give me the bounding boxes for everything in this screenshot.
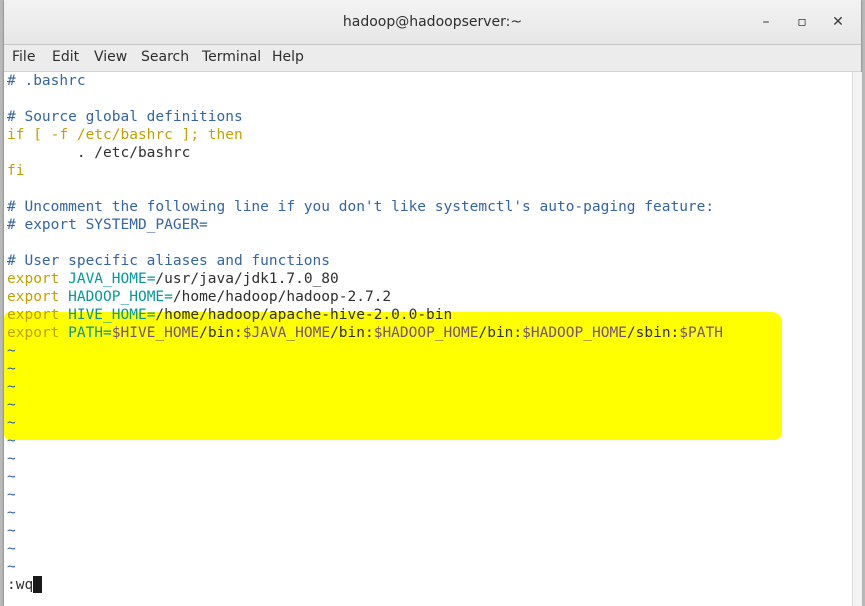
title-bar[interactable]: hadoop@hadoopserver:~ – ▫ ✕ xyxy=(4,0,861,45)
terminal-window: hadoop@hadoopserver:~ – ▫ ✕ File Edit Vi… xyxy=(4,0,862,606)
code-line: # User specific aliases and functions xyxy=(7,253,331,269)
text-cursor xyxy=(33,576,43,593)
close-icon[interactable]: ✕ xyxy=(828,12,848,32)
command-text: :wq xyxy=(7,577,34,593)
code-line: # .bashrc xyxy=(7,73,86,89)
empty-line-tilde: ~ xyxy=(7,487,16,503)
empty-line-tilde: ~ xyxy=(7,397,16,413)
code-text: [ -f /etc/bashrc ]; xyxy=(24,127,208,143)
code-text: /bin: xyxy=(199,325,243,341)
code-text: /home/hadoop/hadoop-2.7.2 xyxy=(172,289,392,305)
menu-help[interactable]: Help xyxy=(272,49,304,65)
empty-line-tilde: ~ xyxy=(7,451,16,467)
menu-file[interactable]: File xyxy=(12,49,35,65)
path-variable: $JAVA_HOME xyxy=(242,325,331,341)
code-text: /sbin: xyxy=(626,325,680,341)
path-variable: $HIVE_HOME xyxy=(111,325,200,341)
keyword: export xyxy=(7,271,60,287)
code-line: export PATH=$HIVE_HOME/bin:$JAVA_HOME/bi… xyxy=(7,324,723,342)
empty-line-tilde: ~ xyxy=(7,559,16,575)
variable: PATH= xyxy=(59,325,112,341)
keyword: export xyxy=(7,289,60,305)
window-title: hadoop@hadoopserver:~ xyxy=(342,14,523,30)
empty-line-tilde: ~ xyxy=(7,343,16,359)
code-line: export JAVA_HOME=/usr/java/jdk1.7.0_80 xyxy=(7,270,339,288)
menu-terminal[interactable]: Terminal xyxy=(202,49,261,65)
variable: JAVA_HOME= xyxy=(59,271,156,287)
empty-line-tilde: ~ xyxy=(7,433,16,449)
variable: HADOOP_HOME= xyxy=(59,289,173,305)
code-line: export HADOOP_HOME=/home/hadoop/hadoop-2… xyxy=(7,288,391,306)
code-text: /usr/java/jdk1.7.0_80 xyxy=(155,271,339,287)
command-line[interactable]: :wq xyxy=(7,576,43,594)
minimize-icon[interactable]: – xyxy=(756,12,776,32)
variable: HIVE_HOME= xyxy=(59,307,156,323)
path-variable: $HADOOP_HOME xyxy=(373,325,479,341)
code-text: /bin: xyxy=(478,325,523,341)
code-line: # Uncomment the following line if you do… xyxy=(7,199,715,215)
menu-bar: File Edit View Search Terminal Help xyxy=(4,45,861,72)
maximize-icon[interactable]: ▫ xyxy=(792,12,812,32)
menu-edit[interactable]: Edit xyxy=(52,49,79,65)
empty-line-tilde: ~ xyxy=(7,541,16,557)
code-line: . /etc/bashrc xyxy=(7,145,191,161)
keyword: then xyxy=(207,127,243,143)
code-text: /bin: xyxy=(330,325,374,341)
empty-line-tilde: ~ xyxy=(7,415,16,431)
empty-line-tilde: ~ xyxy=(7,379,16,395)
empty-line-tilde: ~ xyxy=(7,469,16,485)
code-text: /home/hadoop/apache-hive-2.0.0-bin xyxy=(155,307,453,323)
empty-line-tilde: ~ xyxy=(7,505,16,521)
code-line: fi xyxy=(7,163,25,179)
terminal-content[interactable]: # .bashrc # Source global definitions if… xyxy=(4,72,848,606)
code-line: # export SYSTEMD_PAGER= xyxy=(7,217,208,233)
path-variable: $PATH xyxy=(679,325,723,341)
keyword: export xyxy=(7,325,60,341)
menu-view[interactable]: View xyxy=(94,49,127,65)
menu-search[interactable]: Search xyxy=(141,49,189,65)
keyword: if xyxy=(7,127,25,143)
empty-line-tilde: ~ xyxy=(7,523,16,539)
keyword: export xyxy=(7,307,60,323)
scrollbar[interactable] xyxy=(852,72,862,606)
empty-line-tilde: ~ xyxy=(7,361,16,377)
code-line: if [ -f /etc/bashrc ]; then xyxy=(7,126,243,144)
code-line: # Source global definitions xyxy=(7,109,243,125)
code-line: export HIVE_HOME=/home/hadoop/apache-hiv… xyxy=(7,306,452,324)
path-variable: $HADOOP_HOME xyxy=(522,325,627,341)
